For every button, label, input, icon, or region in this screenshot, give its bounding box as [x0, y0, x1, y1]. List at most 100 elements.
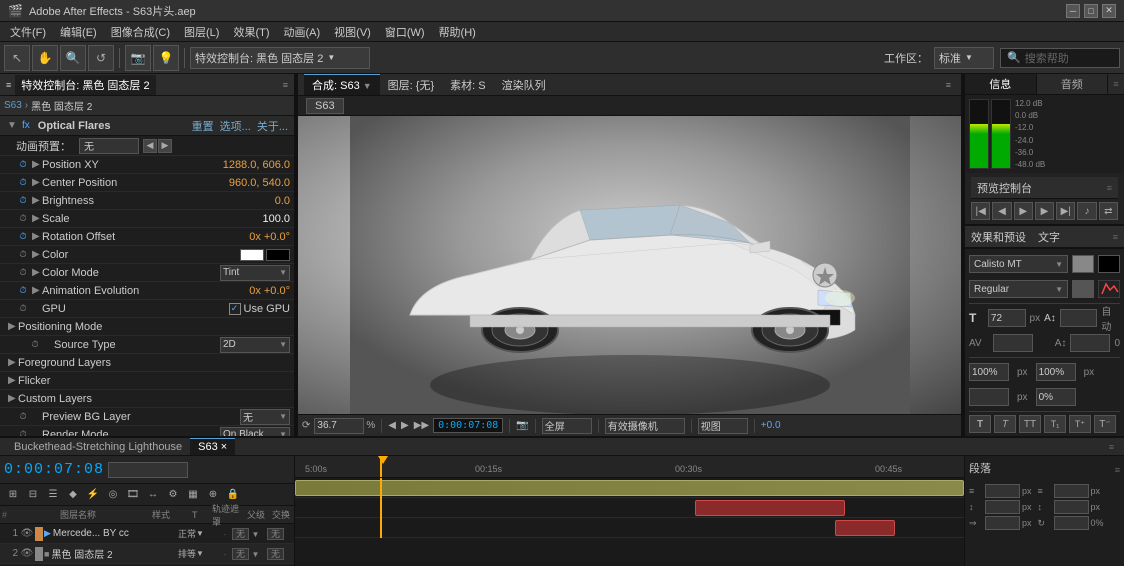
preview-menu[interactable]: ≡ [1107, 183, 1112, 193]
right-panel-menu[interactable]: ≡ [1108, 74, 1124, 94]
toggle-flicker[interactable]: ▶ [8, 375, 18, 386]
font-color-btn[interactable] [1072, 255, 1094, 273]
layer-track-2[interactable]: 无 ▼ [232, 547, 267, 560]
seg-input-1b[interactable] [1054, 484, 1089, 498]
toolbar-btn-hand[interactable]: ✋ [32, 45, 58, 71]
value-brightness[interactable]: 0.0 [275, 195, 290, 207]
leading-input[interactable] [1060, 309, 1098, 327]
gpu-checkbox[interactable]: ✓ [229, 303, 241, 315]
clip-3-red[interactable] [835, 520, 895, 536]
stopwatch-scale[interactable]: ⏱ [16, 212, 30, 226]
value-position-xy[interactable]: 1288.0, 606.0 [223, 159, 290, 171]
animation-presets-dropdown[interactable]: 无 [79, 138, 139, 154]
of-about-link[interactable]: 关于... [257, 118, 288, 134]
right-tab-info[interactable]: 信息 [965, 74, 1037, 94]
of-toggle[interactable]: ▼ [6, 120, 18, 132]
clip-2-red[interactable] [695, 500, 845, 516]
preview-last-frame[interactable]: ▶| [1056, 202, 1075, 220]
toggle-color[interactable]: ▶ [32, 249, 42, 260]
stopwatch-center-pos[interactable]: ⏱ [16, 176, 30, 190]
style-sub[interactable]: T₁ [1044, 415, 1066, 433]
right-tab-audio[interactable]: 音频 [1037, 74, 1109, 94]
font-name-dropdown[interactable]: Calisto MT ▼ [969, 255, 1068, 273]
viewer-tab-footage[interactable]: 素材: S [442, 74, 493, 95]
vb-timecode-display[interactable]: 0:00:07:08 [433, 418, 503, 433]
stopwatch-color-mode[interactable]: ⏱ [16, 266, 30, 280]
style-sup[interactable]: T⁺ [1069, 415, 1091, 433]
effects-menu-icon[interactable]: ≡ [1113, 232, 1118, 242]
toggle-color-mode[interactable]: ▶ [32, 267, 42, 278]
menu-help[interactable]: 帮助(H) [433, 22, 482, 42]
preview-play-stop[interactable]: ▶ [1014, 202, 1033, 220]
layer-eye-1[interactable]: 👁 [20, 527, 34, 541]
vb-reset[interactable]: ⟳ [302, 420, 310, 431]
stopwatch-position-xy[interactable]: ⏱ [16, 158, 30, 172]
font-size-input[interactable]: 72 [988, 309, 1026, 327]
preset-next[interactable]: ▶ [158, 139, 172, 153]
vb-prev-frame[interactable]: ◀ [388, 420, 396, 431]
viewer-tab-render[interactable]: 渲染队列 [494, 74, 554, 95]
seg-input-3b[interactable] [1054, 516, 1089, 530]
toggle-pos-mode[interactable]: ▶ [8, 321, 18, 332]
tt-btn-4[interactable]: ◆ [64, 486, 82, 504]
tt-btn-2[interactable]: ⊟ [24, 486, 42, 504]
layer-track-1[interactable]: 无 ▼ [232, 527, 267, 540]
font-style-dropdown[interactable]: Regular ▼ [969, 280, 1068, 298]
tracking-input[interactable] [993, 334, 1033, 352]
timeline-menu[interactable]: ≡ [1109, 442, 1118, 452]
layer-name-1[interactable]: Mercede... BY cc [53, 528, 178, 539]
of-reset-link[interactable]: 重置 [192, 118, 214, 134]
menu-view[interactable]: 视图(V) [328, 22, 377, 42]
clip-1[interactable] [295, 480, 964, 496]
stopwatch-preview-bg[interactable]: ⏱ [16, 410, 30, 424]
toolbar-btn-rotate[interactable]: ↺ [88, 45, 114, 71]
menu-animation[interactable]: 动画(A) [278, 22, 327, 42]
color-mode-dropdown[interactable]: Tint ▼ [220, 265, 290, 281]
preview-next-frame[interactable]: ▶ [1035, 202, 1054, 220]
stopwatch-rotation[interactable]: ⏱ [16, 230, 30, 244]
stopwatch-gpu[interactable]: ⏱ [16, 302, 30, 316]
timeline-tab-s63[interactable]: S63 × [190, 438, 235, 455]
stopwatch-anim-evo[interactable]: ⏱ [16, 284, 30, 298]
zoom-dropdown[interactable]: 36.7 [314, 418, 364, 434]
layer-eye-2[interactable]: 👁 [20, 547, 34, 561]
kerning-input[interactable] [1070, 334, 1110, 352]
viewer-tab-layer[interactable]: 图层: {无} [380, 74, 442, 95]
value-scale[interactable]: 100.0 [262, 213, 290, 225]
preview-bg-dropdown[interactable]: 无 ▼ [240, 409, 290, 425]
toolbar-btn-zoom[interactable]: 🔍 [60, 45, 86, 71]
toggle-center-pos[interactable]: ▶ [32, 177, 42, 188]
baseline-input[interactable] [969, 388, 1009, 406]
vert-scale-input[interactable]: 100% [969, 363, 1009, 381]
camera-dropdown[interactable]: 有效摄像机 [605, 418, 685, 434]
seg-input-3a[interactable] [985, 516, 1020, 530]
render-mode-dropdown[interactable]: On Black ▼ [220, 427, 290, 437]
tt-btn-5[interactable]: ⚡ [84, 486, 102, 504]
menu-window[interactable]: 窗口(W) [379, 22, 431, 42]
search-box[interactable]: 🔍 搜索帮助 [1000, 48, 1120, 68]
layer-parent-1[interactable]: 无 [267, 527, 292, 540]
toggle-custom-layers[interactable]: ▶ [8, 393, 18, 404]
font-stroke-btn[interactable] [1098, 255, 1120, 273]
panel-header-title[interactable]: 特效控制台: 黑色 固态层 2 [15, 75, 155, 95]
workspace-dropdown[interactable]: 标准 ▼ [934, 47, 994, 69]
tt-btn-6[interactable]: ◎ [104, 486, 122, 504]
value-center-pos[interactable]: 960.0, 540.0 [229, 177, 290, 189]
tt-btn-7[interactable]: 🎞 [124, 486, 142, 504]
panel-menu-icon[interactable]: ≡ [283, 80, 288, 90]
fullscreen-dropdown[interactable]: 全屏 [542, 418, 592, 434]
layer-mode-2[interactable]: 排等 ▼ [178, 547, 218, 560]
value-rotation[interactable]: 0x +0.0° [249, 231, 290, 243]
viewer-tab-comp[interactable]: 合成: S63 ▼ [304, 74, 380, 95]
seg-input-1a[interactable] [985, 484, 1020, 498]
layer-name-2[interactable]: 黑色 固态层 2 [51, 546, 178, 561]
style-bold[interactable]: T [969, 415, 991, 433]
color-swatch-white[interactable] [240, 249, 264, 261]
tt-btn-8[interactable]: ↔ [144, 486, 162, 504]
timeline-search[interactable] [108, 462, 188, 478]
menu-layer[interactable]: 图层(L) [178, 22, 225, 42]
tt-btn-1[interactable]: ⊞ [4, 486, 22, 504]
stopwatch-color[interactable]: ⏱ [16, 248, 30, 262]
viewer-menu-icon[interactable]: ≡ [946, 80, 951, 90]
preview-loop[interactable]: ⇄ [1099, 202, 1118, 220]
